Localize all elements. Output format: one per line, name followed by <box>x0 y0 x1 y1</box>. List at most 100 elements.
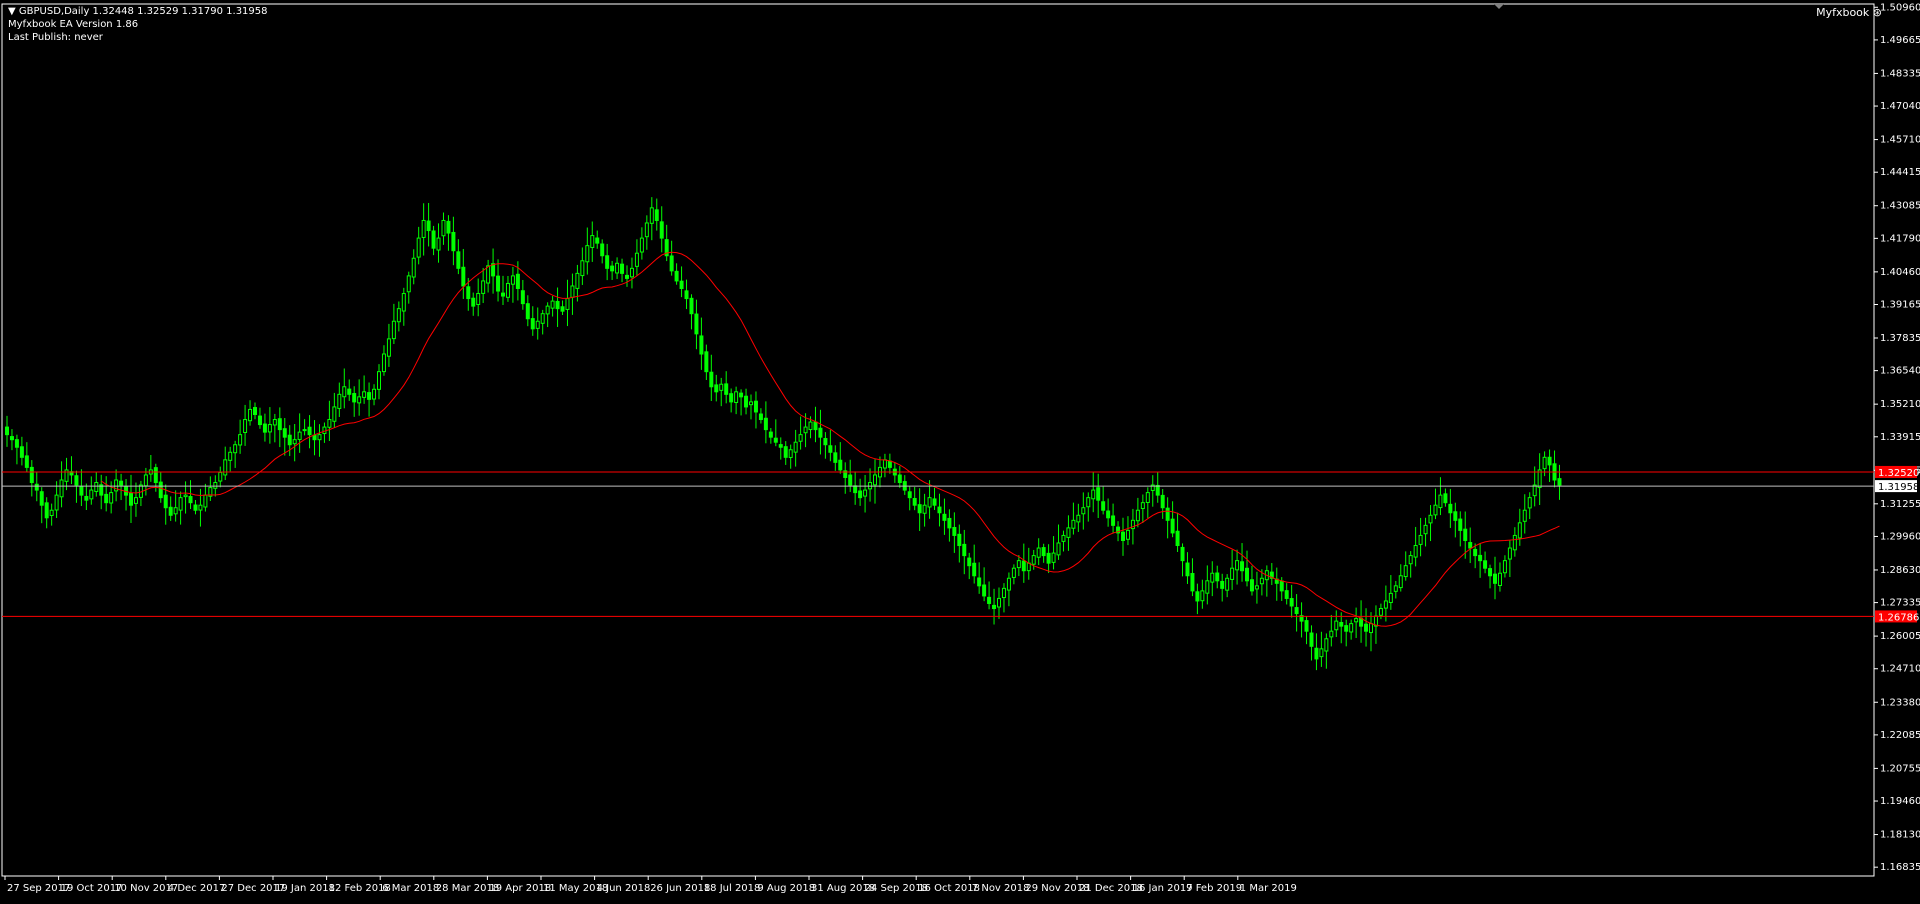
candle-bull <box>297 431 302 440</box>
candle-bear <box>957 533 962 547</box>
candle-bear <box>312 434 317 441</box>
candle-bull <box>1145 492 1150 503</box>
candle-bear <box>947 517 952 529</box>
candle-bull <box>233 444 238 454</box>
candle-bear <box>1240 561 1245 572</box>
candle-bear <box>982 584 987 597</box>
candle-bear <box>1453 511 1458 521</box>
candle-bear <box>79 485 84 496</box>
date-tick-label: 9 Aug 2018 <box>757 883 815 894</box>
candle-bull <box>1140 502 1145 510</box>
candle-bear <box>253 407 257 415</box>
price-tick-label: 1.47040 <box>1880 101 1920 112</box>
candle-bear <box>992 604 997 610</box>
candle-bear <box>456 251 461 269</box>
candle-bull <box>1388 592 1393 604</box>
candle-bear <box>282 428 287 438</box>
candle-bull <box>510 275 515 285</box>
collapse-triangle-icon[interactable]: ▼ <box>8 6 16 17</box>
candle-bear <box>431 230 436 249</box>
candle-bear <box>848 474 853 486</box>
symbol-header: ▼ GBPUSD,Daily 1.32448 1.32529 1.31790 1… <box>8 6 268 18</box>
candle-bear <box>19 446 24 458</box>
candle-bull <box>1091 489 1096 500</box>
candle-bull <box>183 494 188 498</box>
candle-bear <box>530 318 535 330</box>
price-tick-label: 1.49665 <box>1880 35 1920 46</box>
candle-bull <box>203 494 208 508</box>
candle-bull <box>292 439 297 445</box>
candle-bull <box>1031 555 1036 565</box>
price-tick-label: 1.27335 <box>1880 598 1920 609</box>
candle-bear <box>34 483 39 491</box>
candle-bear <box>307 426 312 436</box>
candle-bear <box>823 438 828 446</box>
candle-bear <box>29 466 34 484</box>
candle-bear <box>39 491 44 506</box>
candle-bull <box>505 282 510 298</box>
candle-bear <box>912 498 917 506</box>
candle-bull <box>133 497 138 504</box>
candle-bear <box>1096 487 1101 501</box>
candle-bull <box>59 479 64 498</box>
candle-bear <box>1155 484 1160 496</box>
candle-bull <box>1512 534 1517 551</box>
candle-bull <box>436 237 441 251</box>
price-tick-label: 1.24710 <box>1880 664 1920 675</box>
candle-bear <box>352 393 357 403</box>
price-tick-label: 1.48335 <box>1880 68 1920 79</box>
candle-bear <box>1220 580 1225 589</box>
candle-bull <box>1259 577 1264 585</box>
candle-bear <box>679 280 684 289</box>
candle-bull <box>49 509 54 517</box>
candle-bull <box>1438 494 1443 509</box>
candle-bull <box>243 419 248 433</box>
candle-bear <box>193 504 198 511</box>
price-chart[interactable]: 1.50960 1.49665 1.48335 1.47040 1.45710 1.444… <box>0 0 1920 900</box>
price-tick-label: 1.40460 <box>1880 267 1920 278</box>
candle-bear <box>1458 518 1463 531</box>
candle-bull <box>535 320 540 329</box>
candle-bear <box>853 485 858 494</box>
candle-bull <box>1135 509 1140 522</box>
candle-bear <box>758 413 763 421</box>
candle-bear <box>967 557 972 567</box>
candle-bull <box>1230 567 1235 580</box>
candle-bear <box>729 393 734 403</box>
candle-bear <box>714 384 719 393</box>
candle-bear <box>560 306 565 312</box>
candle-bear <box>1448 503 1453 514</box>
chart-area[interactable]: 1.50960 1.49665 1.48335 1.47040 1.45710 1.444… <box>0 0 1920 900</box>
candle-bear <box>1364 623 1369 632</box>
candle-bear <box>188 495 193 504</box>
candle-bull <box>416 237 421 258</box>
candle-bull <box>997 597 1001 608</box>
candle-bear <box>828 445 833 453</box>
ea-version: Myfxbook EA Version 1.86 <box>8 19 139 30</box>
candle-bull <box>1006 577 1011 591</box>
myfxbook-logo-icon: ⊛ <box>1872 6 1882 19</box>
candle-bear <box>1314 647 1319 660</box>
candle-bear <box>669 255 674 272</box>
candle-bull <box>1205 580 1210 594</box>
candle-bull <box>1254 585 1259 590</box>
candle-bear <box>625 274 629 279</box>
candle-bear <box>1245 567 1249 582</box>
price-tick-label: 1.33915 <box>1880 432 1920 443</box>
candle-bear <box>1195 591 1200 602</box>
candle-bull <box>863 489 868 497</box>
candle-bull <box>734 391 739 403</box>
candle-bear <box>858 490 863 499</box>
candle-bear <box>952 526 957 536</box>
candle-bull <box>391 320 396 340</box>
candle-bear <box>689 297 694 315</box>
candle-bull <box>1200 590 1205 602</box>
candle-bull <box>1011 567 1016 578</box>
price-tick-label: 1.26005 <box>1880 631 1920 642</box>
candle-bear <box>466 286 471 300</box>
candle-bull <box>1517 522 1522 539</box>
candle-bull <box>406 275 411 293</box>
last-publish: Last Publish: never <box>8 32 103 43</box>
price-tick-label: 1.36540 <box>1880 366 1920 377</box>
candle-bear <box>1160 494 1165 509</box>
